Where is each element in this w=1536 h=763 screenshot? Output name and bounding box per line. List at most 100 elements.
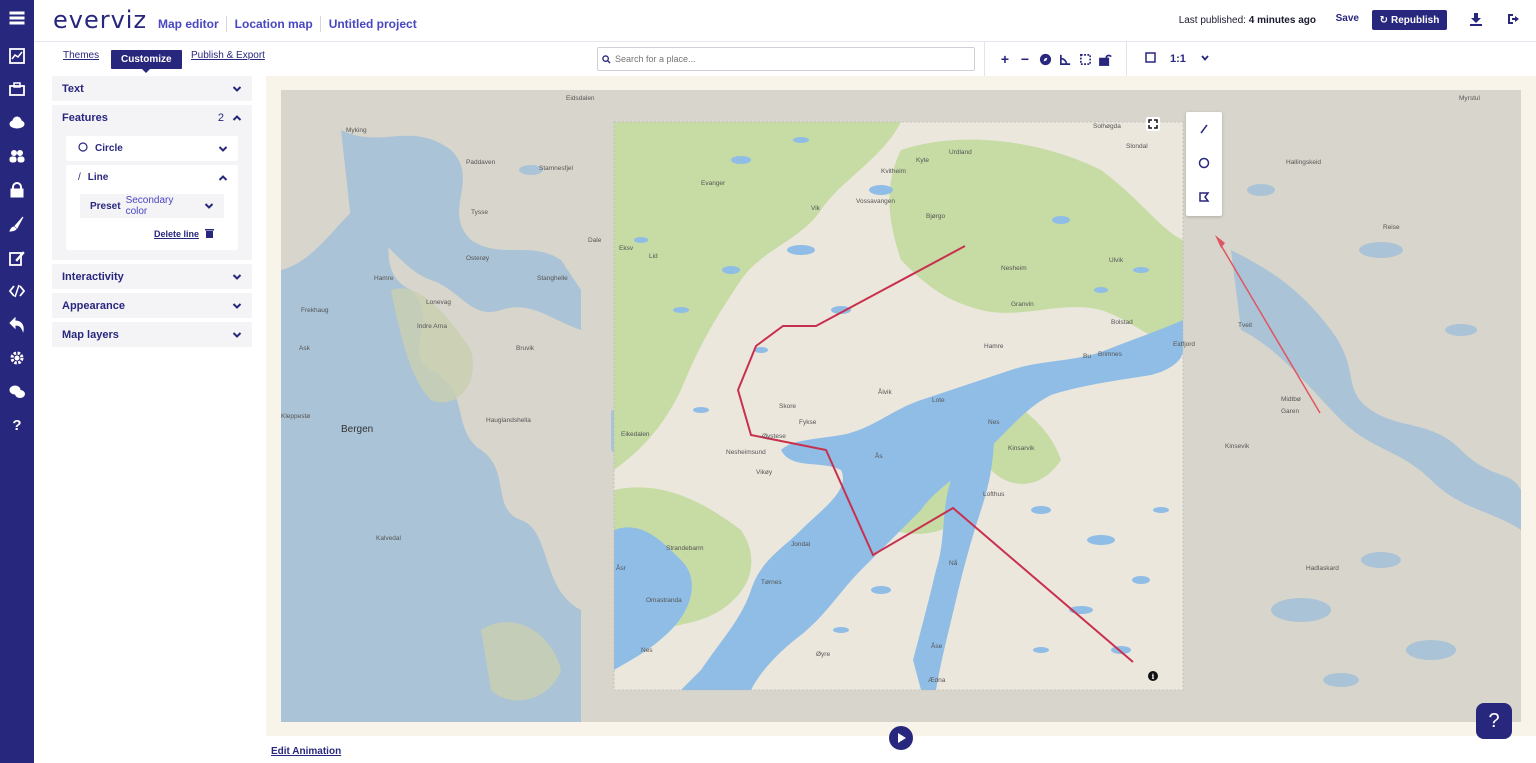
svg-text:Osterøy: Osterøy (466, 255, 490, 262)
play-button[interactable] (889, 726, 913, 750)
breadcrumb: Map editor Location map Untitled project (158, 16, 424, 32)
draw-line-icon[interactable] (1186, 112, 1222, 146)
svg-text:Ålvik: Ålvik (878, 387, 892, 396)
tab-customize[interactable]: Customize (111, 50, 182, 73)
feature-line: / Line Preset Secondary color Delete line (66, 165, 238, 250)
breadcrumb-divider (225, 16, 227, 32)
place-search[interactable] (597, 47, 975, 71)
svg-text:Vik: Vik (811, 205, 821, 212)
download-icon[interactable] (1469, 12, 1485, 28)
help-icon[interactable]: ? (7, 415, 27, 435)
svg-text:Tysse: Tysse (471, 209, 488, 216)
ratio-value[interactable]: 1:1 (1170, 53, 1186, 65)
section-text-label: Text (62, 82, 84, 95)
chevron-down-icon (232, 272, 242, 282)
svg-text:Øyre: Øyre (816, 651, 830, 658)
fullscreen-icon[interactable] (1146, 117, 1160, 131)
team-icon[interactable] (7, 146, 27, 166)
info-icon[interactable]: i (1148, 671, 1158, 681)
settings-icon[interactable] (7, 348, 27, 368)
breadcrumb-project-title[interactable]: Untitled project (329, 17, 424, 31)
svg-text:Evanger: Evanger (701, 180, 726, 187)
zoom-out-icon[interactable]: − (1015, 49, 1035, 69)
svg-text:Reise: Reise (1383, 224, 1400, 231)
section-appearance[interactable]: Appearance (52, 293, 252, 318)
zoom-in-icon[interactable]: + (995, 49, 1015, 69)
chevron-down-icon (204, 201, 214, 211)
svg-text:Nes: Nes (988, 419, 1000, 426)
help-button[interactable]: ? (1476, 703, 1512, 739)
svg-text:Stamnesfjel: Stamnesfjel (539, 165, 574, 172)
cloud-icon[interactable] (7, 112, 27, 132)
chevron-down-icon (232, 330, 242, 340)
lock-icon[interactable] (7, 180, 27, 200)
code-icon[interactable] (7, 281, 27, 301)
unlock-icon[interactable] (1095, 49, 1115, 69)
svg-text:Hamre: Hamre (984, 343, 1004, 350)
svg-text:Slondal: Slondal (1126, 143, 1148, 150)
svg-text:Bjørgo: Bjørgo (926, 213, 946, 220)
svg-text:Granvin: Granvin (1011, 301, 1034, 308)
section-features-label: Features (62, 111, 108, 124)
map-graphic[interactable]: Eidsdalen Myrstul Solhøgda Slondal Urdland… (281, 90, 1521, 722)
svg-text:Eidfjord: Eidfjord (1173, 341, 1195, 348)
square-icon[interactable] (1145, 52, 1156, 66)
breadcrumb-divider (319, 16, 321, 32)
section-interactivity[interactable]: Interactivity (52, 264, 252, 289)
svg-text:Garen: Garen (1281, 408, 1299, 415)
brush-icon[interactable] (7, 214, 27, 234)
app-logo[interactable]: everviz (53, 6, 147, 34)
chat-icon[interactable] (7, 382, 27, 402)
undo-icon[interactable] (7, 315, 27, 335)
republish-button[interactable]: ↻ Republish (1372, 10, 1447, 30)
features-count: 2 (217, 111, 224, 124)
svg-text:Nesheim: Nesheim (1001, 265, 1027, 272)
measure-icon[interactable] (1055, 49, 1075, 69)
svg-text:Åse: Åse (931, 641, 943, 650)
svg-text:Jondal: Jondal (791, 541, 811, 548)
svg-text:Lid: Lid (649, 253, 658, 260)
svg-text:Vikøy: Vikøy (756, 469, 773, 476)
svg-text:Eikedalen: Eikedalen (621, 431, 650, 438)
delete-line-link[interactable]: Delete line (154, 229, 199, 239)
packages-icon[interactable] (7, 79, 27, 99)
ratio-control: 1:1 (1126, 42, 1210, 76)
svg-text:Ædna: Ædna (928, 677, 946, 684)
svg-text:Lote: Lote (932, 397, 945, 404)
bounds-icon[interactable] (1075, 49, 1095, 69)
section-appearance-label: Appearance (62, 299, 125, 312)
save-button[interactable]: Save (1336, 13, 1359, 24)
svg-text:Eksv: Eksv (619, 245, 634, 252)
chevron-down-icon[interactable] (1200, 53, 1210, 66)
chevron-up-icon (218, 173, 228, 183)
edit-icon[interactable] (7, 248, 27, 268)
trash-icon[interactable] (205, 228, 214, 240)
map-view[interactable]: Eidsdalen Myrstul Solhøgda Slondal Urdland… (281, 90, 1521, 722)
breadcrumb-location-map[interactable]: Location map (235, 17, 320, 31)
feature-line-header[interactable]: / Line (66, 165, 238, 190)
svg-text:Fykse: Fykse (799, 419, 817, 426)
tab-themes[interactable]: Themes (63, 50, 99, 61)
svg-text:Myrstul: Myrstul (1459, 95, 1481, 102)
section-text[interactable]: Text (52, 76, 252, 101)
logout-icon[interactable] (1507, 12, 1523, 28)
draw-circle-icon[interactable] (1186, 146, 1222, 180)
preset-value: Secondary color (125, 195, 174, 217)
section-features-header[interactable]: Features 2 (52, 105, 252, 130)
chevron-up-icon (232, 113, 242, 123)
search-input[interactable] (615, 54, 955, 64)
section-map-layers[interactable]: Map layers (52, 322, 252, 347)
compass-icon[interactable] (1035, 49, 1055, 69)
svg-text:Nes: Nes (641, 647, 653, 654)
preset-select[interactable]: Preset Secondary color (80, 194, 224, 218)
line-icon: / (78, 172, 81, 183)
feature-circle[interactable]: Circle (66, 136, 238, 161)
draw-polygon-icon[interactable] (1186, 180, 1222, 214)
chart-icon[interactable] (7, 46, 27, 66)
edit-animation-link[interactable]: Edit Animation (271, 746, 341, 757)
menu-icon[interactable] (7, 8, 27, 28)
map-tools: + − (984, 42, 1115, 76)
tab-publish-export[interactable]: Publish & Export (191, 50, 265, 61)
section-features: Features 2 Circle / Line Preset Secondary… (52, 105, 252, 260)
breadcrumb-map-editor[interactable]: Map editor (158, 17, 226, 31)
